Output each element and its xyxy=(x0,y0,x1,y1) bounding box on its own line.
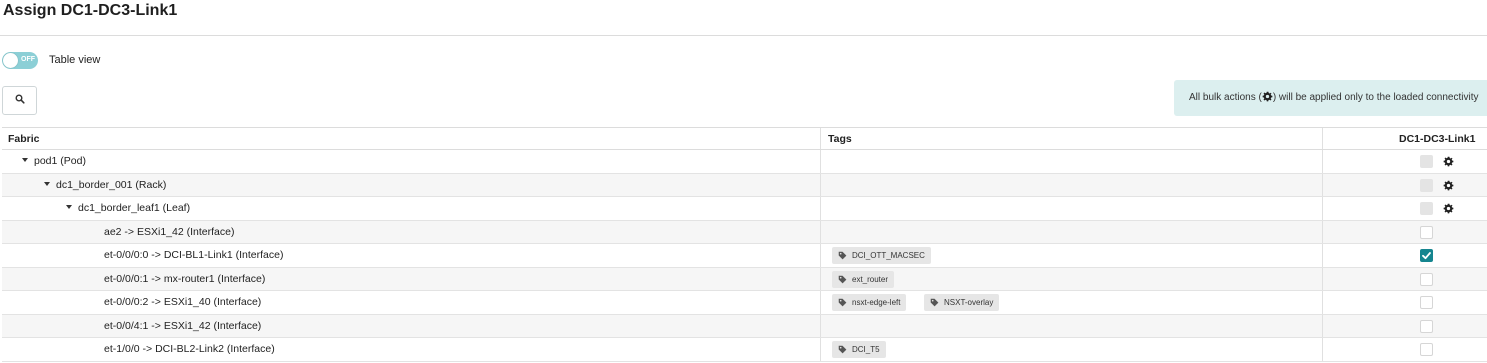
bulk-actions-notice: All bulk actions ( ) will be applied only… xyxy=(1174,80,1487,116)
gear-icon xyxy=(1262,82,1273,116)
table-row: dc1_border_leaf1 (Leaf) xyxy=(2,197,1487,221)
toggle-state-text: OFF xyxy=(21,56,35,63)
tag-badge: ext_router xyxy=(832,270,895,290)
tag-icon xyxy=(838,296,847,313)
column-divider xyxy=(820,150,821,173)
column-divider xyxy=(820,314,821,337)
column-divider xyxy=(1322,150,1323,173)
fabric-node-label: et-0/0/0:1 -> mx-router1 (Interface) xyxy=(104,272,266,285)
column-divider xyxy=(1322,244,1323,267)
column-divider xyxy=(1322,314,1323,337)
tag-label: NSXT-overlay xyxy=(944,298,994,307)
fabric-node-label: ae2 -> ESXi1_42 (Interface) xyxy=(104,225,235,238)
tag-icon xyxy=(838,273,847,290)
column-divider xyxy=(1322,173,1323,196)
table-row: et-0/0/0:2 -> ESXi1_40 (Interface) nsxt-e… xyxy=(2,291,1487,315)
column-header-fabric[interactable]: Fabric xyxy=(8,128,40,151)
fabric-cell: et-0/0/0:0 -> DCI-BL1-Link1 (Interface) xyxy=(104,244,283,267)
fabric-cell: et-0/0/0:2 -> ESXi1_40 (Interface) xyxy=(104,291,261,314)
fabric-cell: ae2 -> ESXi1_42 (Interface) xyxy=(104,221,234,244)
assign-checkbox[interactable] xyxy=(1420,272,1433,286)
table-row: et-0/0/0:0 -> DCI-BL1-Link1 (Interface) D… xyxy=(2,244,1487,268)
assign-checkbox[interactable] xyxy=(1420,319,1433,333)
table-view-toggle[interactable]: OFF xyxy=(2,52,38,69)
column-divider xyxy=(820,291,821,314)
fabric-cell: et-0/0/4:1 -> ESXi1_42 (Interface) xyxy=(104,315,261,338)
table-row: et-1/0/0 -> DCI-BL2-Link2 (Interface) DCI… xyxy=(2,338,1487,362)
fabric-cell: dc1_border_leaf1 (Leaf) xyxy=(66,197,190,220)
column-divider xyxy=(1322,197,1323,220)
fabric-node-label: et-0/0/0:2 -> ESXi1_40 (Interface) xyxy=(104,296,262,308)
table-row: et-0/0/4:1 -> ESXi1_42 (Interface) xyxy=(2,314,1487,338)
table-row: et-0/0/0:1 -> mx-router1 (Interface) ext_… xyxy=(2,267,1487,291)
assignment-table: Fabric Tags DC1-DC3-Link1 pod1 (Pod) dc1_… xyxy=(2,127,1487,362)
tag-label: DCI_T5 xyxy=(852,345,880,354)
table-view-label: Table view xyxy=(49,54,101,66)
column-divider xyxy=(820,220,821,243)
fabric-node-label: et-0/0/0:0 -> DCI-BL1-Link1 (Interface) xyxy=(104,249,284,261)
search-icon xyxy=(15,94,25,107)
column-divider xyxy=(820,173,821,196)
fabric-node-label: et-1/0/0 -> DCI-BL2-Link2 (Interface) xyxy=(104,343,275,355)
assign-checkbox[interactable] xyxy=(1420,178,1433,192)
column-header-assignment: DC1-DC3-Link1 xyxy=(1399,133,1476,145)
tag-icon xyxy=(930,296,939,313)
tag-label: nsxt-edge-left xyxy=(852,298,901,307)
search-button[interactable] xyxy=(2,86,37,115)
fabric-cell: et-1/0/0 -> DCI-BL2-Link2 (Interface) xyxy=(104,338,275,361)
tag-badge: NSXT-overlay xyxy=(924,294,1000,313)
title-divider xyxy=(0,35,1487,36)
table-row: ae2 -> ESXi1_42 (Interface) xyxy=(2,220,1487,244)
column-divider xyxy=(1322,291,1323,314)
toggle-knob xyxy=(3,53,18,68)
fabric-node-label: dc1_border_001 (Rack) xyxy=(56,178,167,191)
fabric-node-label: dc1_border_leaf1 (Leaf) xyxy=(78,202,191,214)
tag-icon xyxy=(838,343,847,360)
tag-badge: DCI_OTT_MACSEC xyxy=(832,247,931,264)
assign-checkbox[interactable] xyxy=(1420,225,1433,239)
assign-checkbox[interactable] xyxy=(1420,202,1433,215)
assign-checkbox[interactable] xyxy=(1420,296,1433,309)
tag-badge: DCI_T5 xyxy=(832,341,886,358)
column-divider xyxy=(820,267,821,290)
column-divider xyxy=(1322,220,1323,243)
fabric-node-label: et-0/0/4:1 -> ESXi1_42 (Interface) xyxy=(104,319,262,332)
fabric-cell: et-0/0/0:1 -> mx-router1 (Interface) xyxy=(104,268,265,291)
fabric-node-label: pod1 (Pod) xyxy=(34,155,86,167)
caret-down-icon[interactable] xyxy=(22,158,28,162)
column-divider xyxy=(1322,338,1323,361)
column-divider xyxy=(820,338,821,361)
page-title: Assign DC1-DC3-Link1 xyxy=(3,2,178,19)
assign-checkbox[interactable] xyxy=(1420,155,1433,168)
assign-checkbox[interactable] xyxy=(1420,343,1433,356)
table-header-row: Fabric Tags DC1-DC3-Link1 xyxy=(2,127,1487,150)
fabric-cell: dc1_border_001 (Rack) xyxy=(44,174,166,197)
fabric-cell: pod1 (Pod) xyxy=(22,150,86,173)
table-body: pod1 (Pod) dc1_border_001 (Rack) dc1_borde… xyxy=(2,150,1487,362)
column-divider xyxy=(820,197,821,220)
notice-text-start: All bulk actions ( xyxy=(1189,92,1262,103)
caret-down-icon[interactable] xyxy=(44,181,50,186)
bulk-action-gear-icon[interactable] xyxy=(1443,180,1454,194)
notice-text-end: ) will be applied only to the loaded con… xyxy=(1272,92,1479,103)
table-row: dc1_border_001 (Rack) xyxy=(2,173,1487,197)
tag-label: DCI_OTT_MACSEC xyxy=(852,251,925,260)
bulk-action-gear-icon[interactable] xyxy=(1443,203,1454,217)
column-divider xyxy=(820,128,821,149)
column-divider xyxy=(1322,267,1323,290)
tag-badge: nsxt-edge-left xyxy=(832,294,907,313)
table-row: pod1 (Pod) xyxy=(2,150,1487,174)
tag-label: ext_router xyxy=(852,274,889,284)
assign-checkbox-checked[interactable] xyxy=(1420,249,1433,262)
bulk-action-gear-icon[interactable] xyxy=(1443,156,1454,170)
column-header-tags[interactable]: Tags xyxy=(828,128,852,151)
column-divider xyxy=(820,244,821,267)
tag-icon xyxy=(838,249,847,266)
column-divider xyxy=(1322,128,1323,149)
caret-down-icon[interactable] xyxy=(66,205,72,209)
